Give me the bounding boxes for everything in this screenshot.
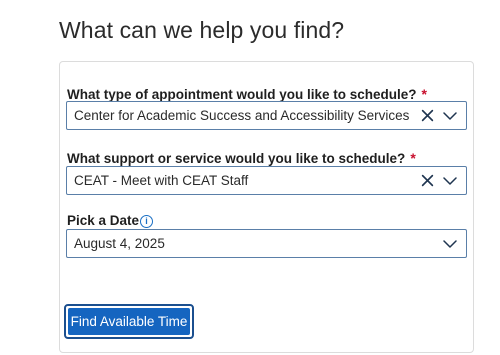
chevron-down-icon[interactable] [443, 238, 457, 250]
appointment-type-label: What type of appointment would you like … [67, 86, 427, 102]
find-available-time-button[interactable]: Find Available Time [68, 308, 190, 335]
clear-icon[interactable] [421, 174, 434, 187]
info-icon[interactable]: i [140, 215, 154, 228]
appointment-type-select[interactable]: Center for Academic Success and Accessib… [66, 101, 467, 130]
date-value: August 4, 2025 [74, 236, 165, 251]
date-label-text: Pick a Date [67, 213, 140, 228]
clear-icon[interactable] [421, 109, 434, 122]
date-label: Pick a Date i [67, 213, 154, 228]
required-asterisk: * [410, 150, 416, 166]
chevron-down-icon[interactable] [443, 110, 457, 122]
support-service-label-text: What support or service would you like t… [67, 151, 406, 166]
page-title: What can we help you find? [59, 17, 345, 43]
chevron-down-icon[interactable] [443, 175, 457, 187]
appointment-type-value: Center for Academic Success and Accessib… [74, 108, 410, 123]
support-service-label: What support or service would you like t… [67, 150, 416, 166]
find-time-button-focus-ring: Find Available Time [64, 304, 194, 339]
support-service-select[interactable]: CEAT - Meet with CEAT Staff [66, 166, 467, 195]
support-service-value: CEAT - Meet with CEAT Staff [74, 173, 249, 188]
page: What can we help you find? What type of … [0, 0, 500, 355]
date-picker[interactable]: August 4, 2025 [66, 229, 467, 258]
appointment-type-label-text: What type of appointment would you like … [67, 87, 417, 102]
required-asterisk: * [421, 86, 427, 102]
